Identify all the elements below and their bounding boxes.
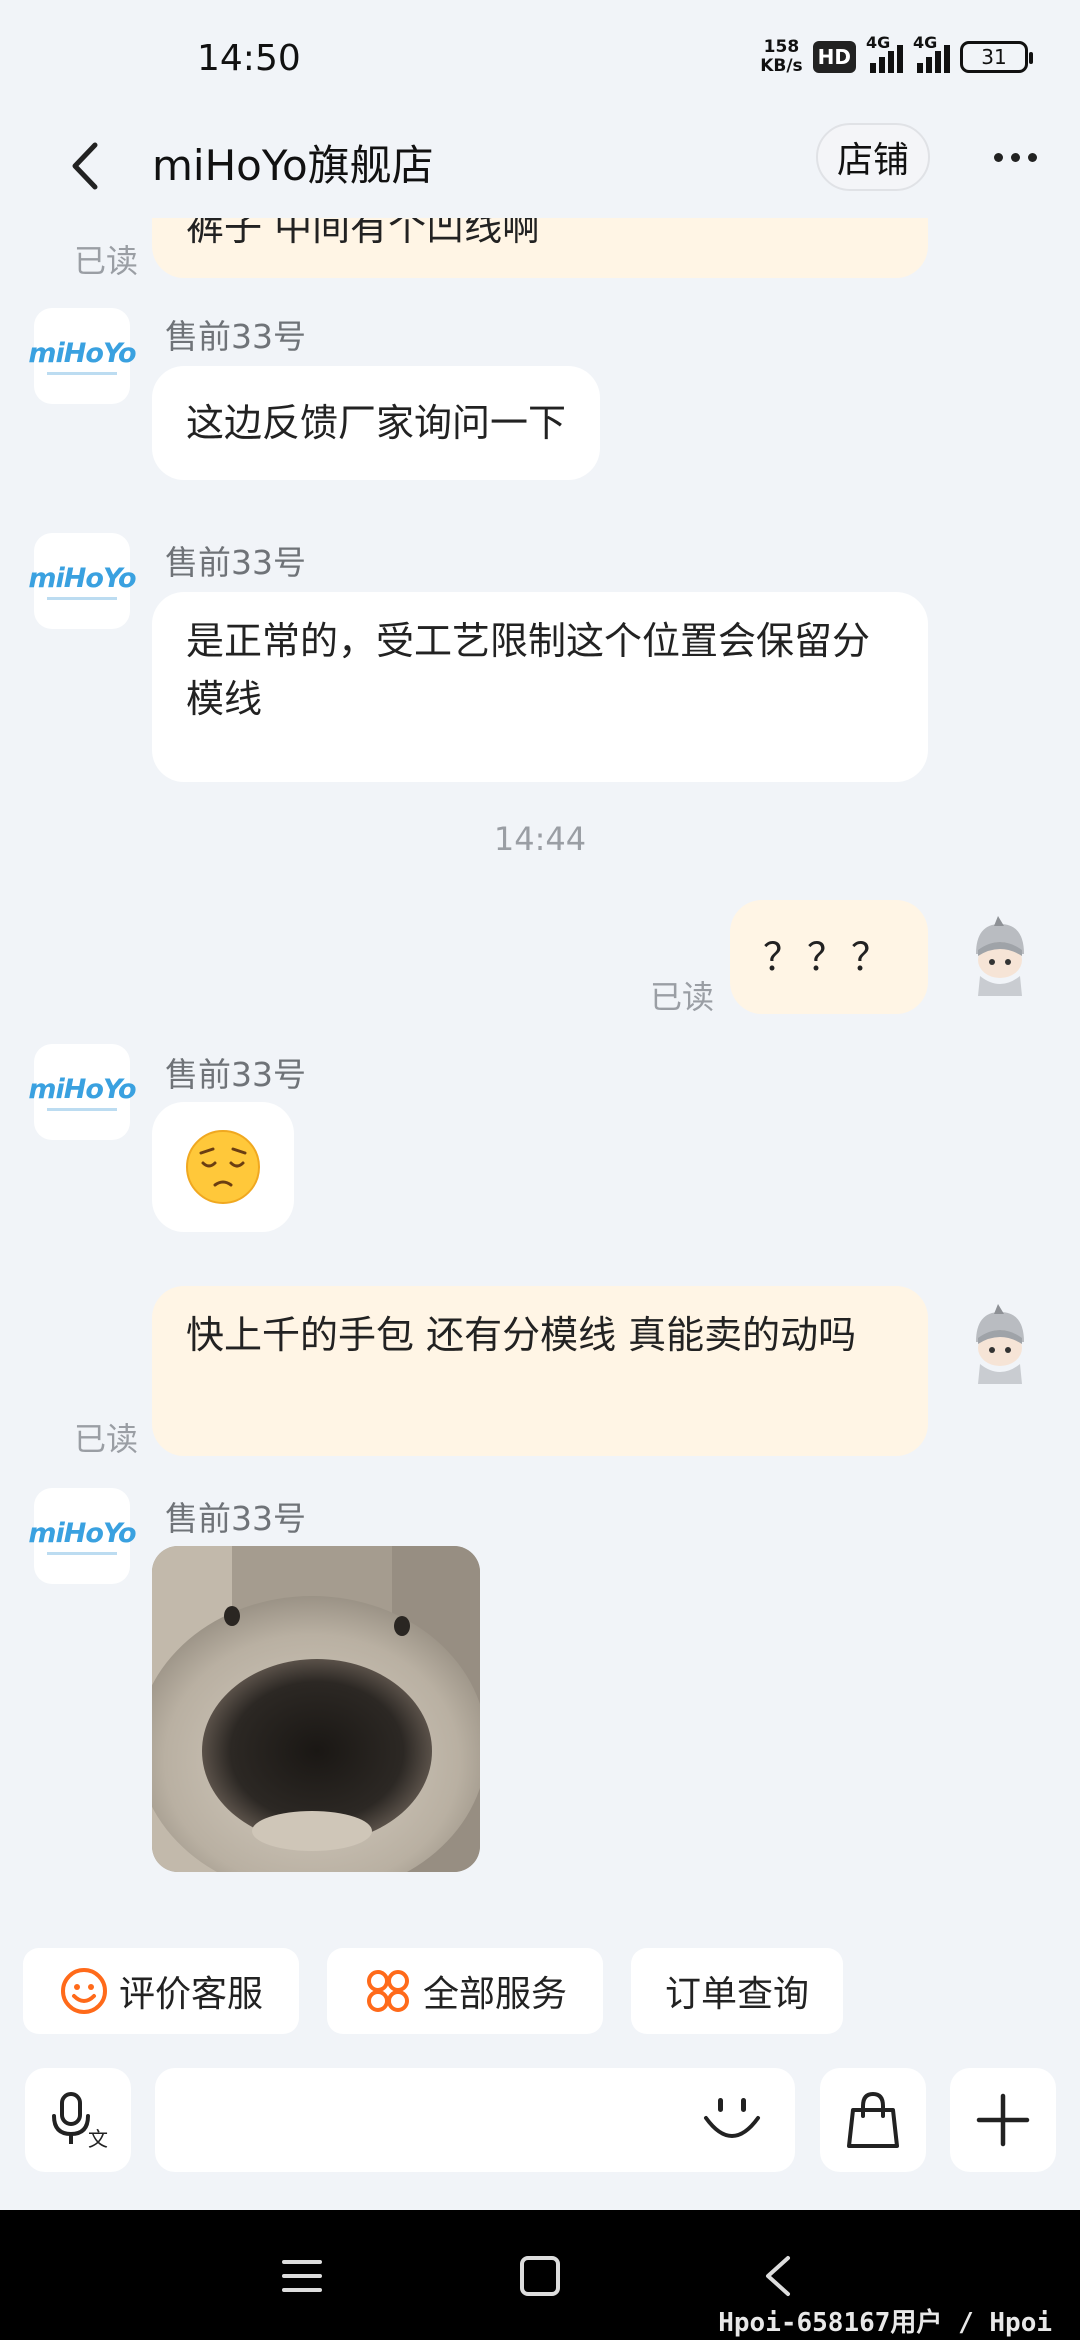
read-receipt: 已读 (650, 978, 715, 1016)
dog-nose-image (152, 1546, 480, 1872)
net-speed: 158 KB/s (760, 38, 802, 76)
all-services-button[interactable]: 全部服务 (327, 1948, 603, 2034)
sender-name: 售前33号 (165, 543, 306, 582)
quick-action-label: 订单查询 (664, 1974, 809, 2015)
sender-name: 售前33号 (165, 1055, 306, 1094)
quick-action-label: 全部服务 (422, 1974, 567, 2015)
user-avatar-icon (976, 916, 1024, 996)
message-bubble-left[interactable] (152, 1102, 294, 1232)
message-bubble-right[interactable]: 裤子 中间有个凹线啊 (152, 218, 928, 278)
battery-icon: 31 (960, 41, 1033, 73)
emoji-icon (704, 2098, 760, 2138)
plus-icon (976, 2093, 1030, 2147)
shopping-bag-icon (847, 2091, 899, 2148)
svg-text:文: 文 (88, 2127, 108, 2150)
store-button[interactable]: 店铺 (816, 123, 930, 191)
voice-button[interactable]: 文 (25, 2068, 131, 2172)
chat-header: miHoYo旗舰店 店铺 (0, 118, 1080, 218)
message-bubble-left[interactable]: 这边反馈厂家询问一下 (152, 366, 601, 480)
back-triangle-icon (766, 2256, 790, 2296)
home-square-icon (520, 2256, 560, 2296)
network-type: 4G (866, 33, 891, 52)
back-button[interactable] (55, 134, 115, 198)
signal-icon: 4G (866, 33, 903, 73)
message-bubble-right[interactable]: ？？？ (730, 900, 928, 1014)
grid-icon (366, 1970, 409, 2012)
input-bar: 文 (0, 2062, 1080, 2172)
system-nav-bar: Hpoi-658167用户 / Hpoi (0, 2210, 1080, 2340)
more-button[interactable] (980, 123, 1050, 191)
sender-name: 售前33号 (165, 1499, 306, 1538)
order-query-button[interactable]: 订单查询 (631, 1948, 843, 2034)
shopping-bag-button[interactable] (820, 2068, 926, 2172)
user-avatar[interactable] (958, 914, 1042, 998)
hd-icon: HD (812, 41, 856, 73)
net-speed-unit: KB/s (760, 56, 803, 76)
shop-avatar[interactable]: miHoYo (28, 1488, 137, 1584)
more-dots-icon (993, 152, 1003, 162)
battery-level: 31 (981, 45, 1007, 69)
network-type: 4G (913, 33, 938, 52)
home-nav-button[interactable] (510, 2248, 570, 2304)
sender-name: 售前33号 (165, 317, 306, 356)
read-receipt: 已读 (74, 1420, 139, 1458)
rate-service-button[interactable]: 评价客服 (23, 1948, 299, 2034)
mihoyo-logo: miHoYo (28, 562, 136, 594)
quick-actions: 评价客服 全部服务 订单查询 (0, 1948, 1080, 2038)
message-image[interactable] (152, 1546, 480, 1872)
message-bubble-left[interactable]: 是正常的，受工艺限制这个位置会保留分模线 (152, 592, 928, 782)
signal-icon: 4G (913, 33, 950, 73)
time-separator: 14:44 (493, 820, 587, 858)
status-icons: 158 KB/s HD 4G 4G 31 (760, 33, 1033, 76)
add-button[interactable] (950, 2068, 1056, 2172)
message-text: 裤子 中间有个凹线啊 (186, 218, 541, 249)
shop-avatar[interactable]: miHoYo (28, 308, 137, 404)
status-bar: 14:50 158 KB/s HD 4G 4G 31 (0, 0, 1080, 120)
read-receipt: 已读 (74, 242, 139, 280)
shop-avatar[interactable]: miHoYo (28, 1044, 137, 1140)
menu-icon (282, 2260, 322, 2292)
chat-messages[interactable]: 已读 裤子 中间有个凹线啊 miHoYo 售前33号 这边反馈厂家询问一下 mi… (0, 218, 1080, 1938)
message-bubble-right[interactable]: 快上千的手包 还有分模线 真能卖的动吗 (152, 1286, 928, 1456)
mihoyo-logo: miHoYo (28, 1073, 136, 1105)
back-nav-button[interactable] (748, 2248, 808, 2304)
mihoyo-logo: miHoYo (28, 1517, 136, 1549)
mihoyo-logo: miHoYo (28, 337, 136, 369)
status-time: 14:50 (197, 38, 301, 79)
net-speed-value: 158 (763, 37, 800, 57)
menu-nav-button[interactable] (272, 2248, 332, 2304)
voice-translate-icon: 文 (52, 2092, 108, 2150)
shop-avatar[interactable]: miHoYo (28, 533, 137, 629)
watermark: Hpoi-658167用户 / Hpoi (718, 2308, 1052, 2338)
chevron-left-icon (72, 142, 98, 190)
emoji-button[interactable] (695, 2088, 769, 2152)
pensive-face-icon (186, 1130, 260, 1204)
user-avatar-icon (976, 1304, 1024, 1384)
page-title: miHoYo旗舰店 (152, 141, 434, 190)
user-avatar[interactable] (958, 1302, 1042, 1386)
quick-action-label: 评价客服 (118, 1974, 263, 2015)
smile-icon (60, 1968, 107, 2014)
